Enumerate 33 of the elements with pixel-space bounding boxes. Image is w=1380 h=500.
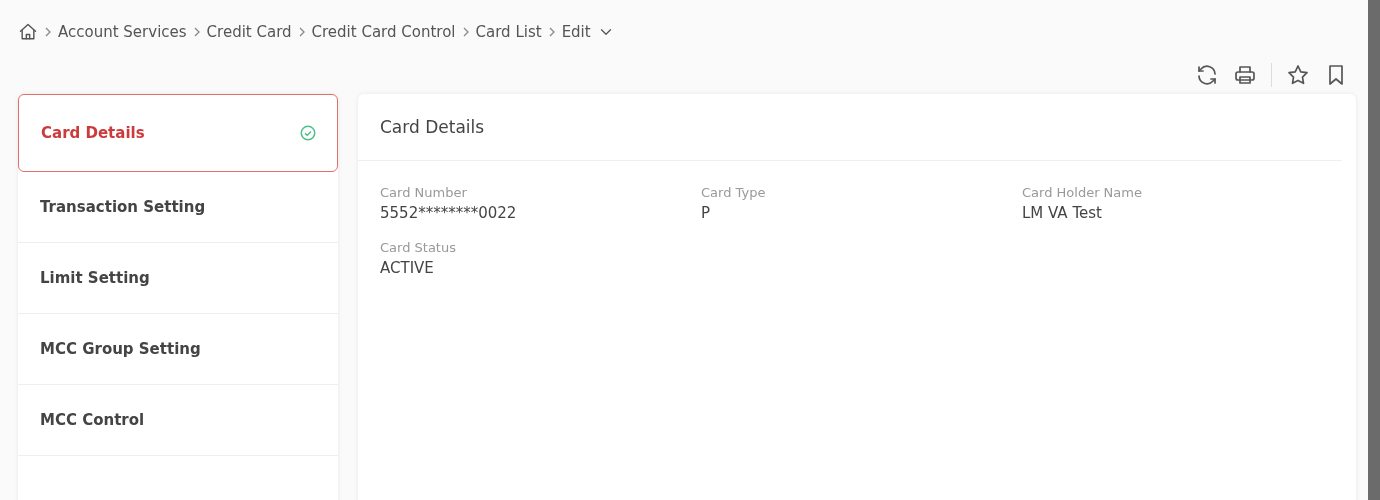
sidebar-item[interactable]: MCC Control (18, 385, 338, 456)
field-label: Card Number (380, 185, 468, 200)
field-label: Card Holder Name (1022, 185, 1143, 200)
home-icon[interactable] (18, 22, 38, 42)
refresh-icon[interactable] (1195, 63, 1219, 87)
breadcrumb-link[interactable]: Edit (561, 23, 591, 41)
sidebar-item[interactable]: MCC Group Setting (18, 314, 338, 385)
chevron-right-icon (547, 27, 556, 37)
sidebar-item-label: Transaction Setting (40, 198, 206, 216)
sidebar-item[interactable]: Card Details (18, 94, 338, 172)
chevron-right-icon (461, 27, 470, 37)
sidebar-item[interactable]: Transaction Setting (18, 172, 338, 243)
field-value: ACTIVE (380, 259, 435, 277)
sidebar-item-label: MCC Group Setting (40, 340, 201, 358)
sidebar-item[interactable]: Limit Setting (18, 243, 338, 314)
chevron-right-icon (192, 27, 201, 37)
field-value: P (701, 204, 712, 222)
sidebar-item-label: MCC Control (40, 411, 145, 429)
field-value: LM VA Test (1022, 204, 1103, 222)
field-label: Card Type (701, 185, 767, 200)
sidebar-item-label: Limit Setting (40, 269, 150, 287)
field-label: Card Status (380, 240, 457, 255)
chevron-right-icon (297, 27, 306, 37)
breadcrumb-link[interactable]: Credit Card (206, 23, 292, 41)
chevron-right-icon (44, 27, 52, 37)
star-icon[interactable] (1286, 63, 1310, 87)
print-icon[interactable] (1233, 63, 1257, 87)
panel-title: Card Details (358, 94, 1342, 161)
sidebar-item-label: Card Details (41, 124, 145, 142)
breadcrumb-link[interactable]: Credit Card Control (311, 23, 456, 41)
field-value: 5552********0022 (380, 204, 518, 222)
breadcrumb-link[interactable]: Card List (475, 23, 542, 41)
breadcrumb-link[interactable]: Account Services (58, 23, 187, 41)
